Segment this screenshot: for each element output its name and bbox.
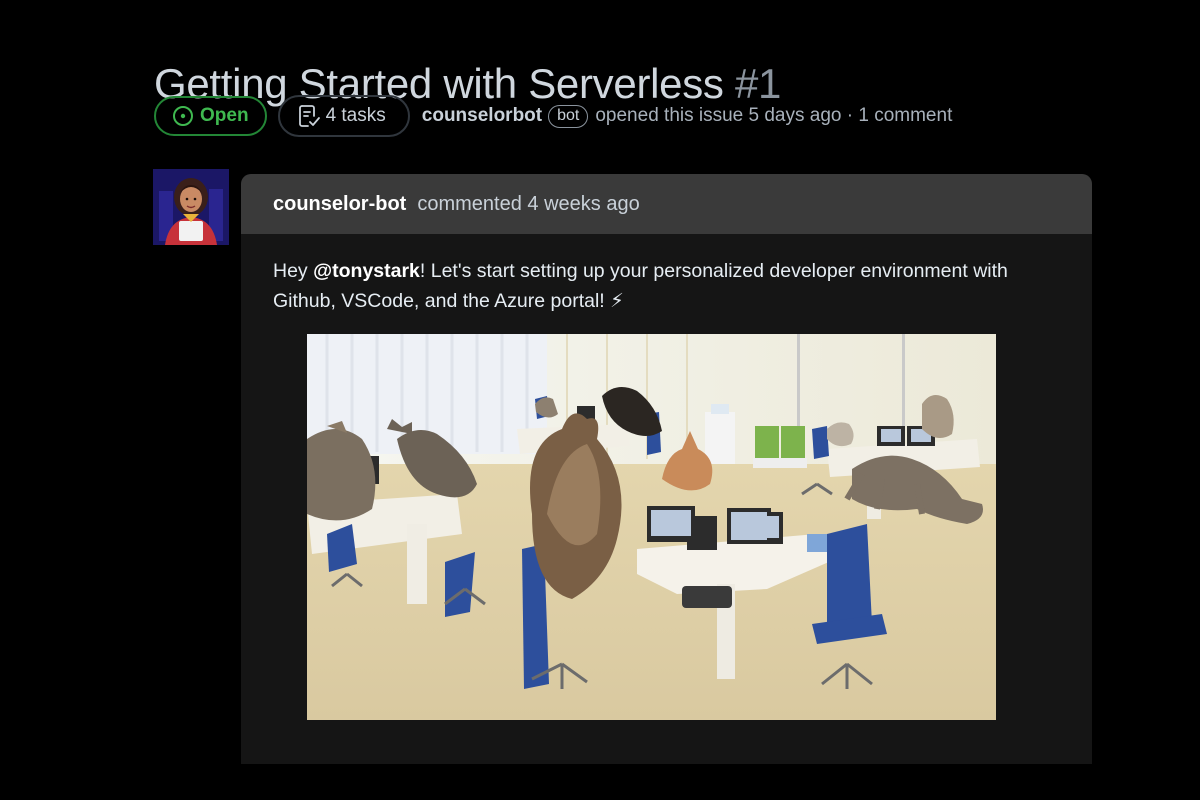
avatar[interactable] <box>153 169 229 245</box>
comment-card: counselor-bot commented 4 weeks ago Hey … <box>241 174 1092 764</box>
issue-meta-text: opened this issue 5 days ago · 1 comment <box>595 105 953 126</box>
user-mention-link[interactable]: @tonystark <box>313 260 420 282</box>
comment-body: Hey @tonystark! Let's start setting up y… <box>241 234 1092 316</box>
state-label: Open <box>200 105 249 126</box>
bot-badge: bot <box>548 104 589 128</box>
comment-text-prefix: Hey <box>273 260 314 282</box>
tasks-badge[interactable]: 4 tasks <box>277 95 410 137</box>
comment-author-link[interactable]: counselor-bot <box>273 193 406 216</box>
cats-office-gif <box>307 334 996 720</box>
checklist-icon <box>298 104 320 128</box>
comment-timestamp[interactable]: commented 4 weeks ago <box>417 193 639 216</box>
issue-opened-icon <box>172 105 194 127</box>
issue-author-link[interactable]: counselorbot <box>422 105 542 127</box>
comment-header: counselor-bot commented 4 weeks ago <box>241 174 1092 234</box>
issue-meta: Open 4 tasks counselorbot bot opened thi… <box>154 94 952 138</box>
tasks-label: 4 tasks <box>325 105 386 126</box>
state-badge: Open <box>154 96 267 136</box>
